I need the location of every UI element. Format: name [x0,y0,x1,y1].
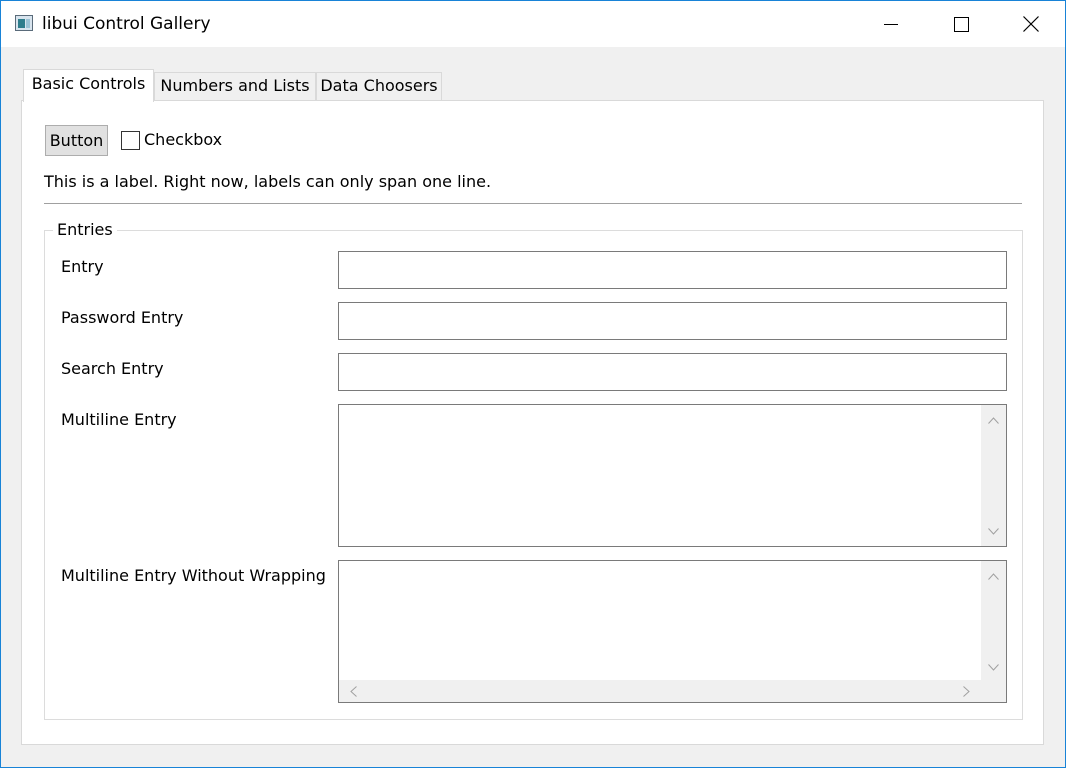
horizontal-separator [44,203,1022,204]
horizontal-scrollbar[interactable] [339,680,1006,702]
search-entry-field[interactable] [338,353,1007,391]
checkbox[interactable] [121,131,140,150]
minimize-icon [884,24,898,25]
button[interactable]: Button [45,125,108,156]
scroll-down-icon[interactable] [981,656,1006,678]
scroll-up-icon[interactable] [981,565,1006,587]
scroll-down-icon[interactable] [981,520,1006,542]
entry-label: Entry [61,257,104,276]
app-icon [15,15,33,31]
title-bar[interactable]: libui Control Gallery [1,1,1065,47]
close-icon [1023,16,1039,32]
password-entry-field[interactable] [338,302,1007,340]
minimize-button[interactable] [857,1,925,47]
entries-group-title: Entries [53,220,117,240]
vertical-scrollbar[interactable] [981,561,1006,680]
tab-data-choosers[interactable]: Data Choosers [316,72,442,100]
main-window: libui Control Gallery Basic Controls Num… [0,0,1066,768]
tab-numbers-and-lists[interactable]: Numbers and Lists [154,72,316,100]
multiline-entry-nowrap-field[interactable] [338,560,1007,703]
scroll-left-icon[interactable] [341,680,366,702]
vertical-scrollbar[interactable] [981,405,1006,546]
multiline-entry-label: Multiline Entry [61,410,177,429]
info-label: This is a label. Right now, labels can o… [44,172,492,191]
maximize-button[interactable] [927,1,995,47]
maximize-icon [953,16,969,32]
checkbox-label[interactable]: Checkbox [144,130,222,150]
entry-field[interactable] [338,251,1007,289]
window-title: libui Control Gallery [42,14,211,34]
close-button[interactable] [997,1,1065,47]
search-entry-label: Search Entry [61,359,164,378]
password-entry-label: Password Entry [61,308,184,327]
multiline-entry-field[interactable] [338,404,1007,547]
scroll-up-icon[interactable] [981,409,1006,431]
multiline-entry-nowrap-label: Multiline Entry Without Wrapping [61,566,326,585]
tab-basic-controls[interactable]: Basic Controls [23,69,154,102]
scroll-right-icon[interactable] [954,680,979,702]
